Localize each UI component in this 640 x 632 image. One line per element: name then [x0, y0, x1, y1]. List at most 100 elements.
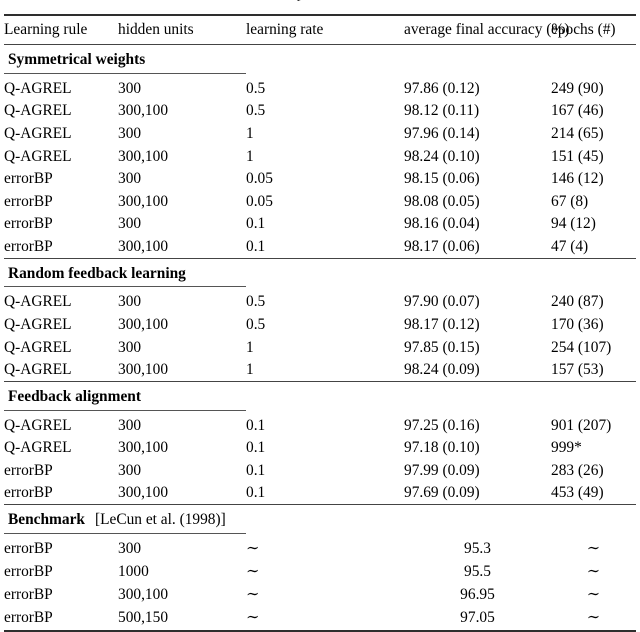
- table-row: errorBP 300 0.1 98.16 (0.04) 94 (12): [4, 213, 636, 236]
- table-row: Q-AGREL 300 0.1 97.25 (0.16) 901 (207): [4, 411, 636, 437]
- table-row: Q-AGREL 300 1 97.85 (0.15) 254 (107): [4, 336, 636, 359]
- cell-learning-rule: Q-AGREL: [4, 147, 72, 165]
- cell-learning-rate: 0.1: [246, 237, 266, 255]
- section-header-row: Benchmark [LeCun et al. (1998)]: [4, 505, 636, 533]
- cell-learning-rate: 0.5: [246, 79, 266, 97]
- cell-hidden-units: 300: [118, 539, 142, 557]
- section-title: Symmetrical weights: [8, 51, 146, 69]
- table-row: errorBP 1000 ∼ 95.5 ∼: [4, 560, 636, 583]
- cell-epochs: 151 (45): [551, 147, 604, 165]
- cell-learning-rate: ∼: [246, 586, 260, 604]
- cell-average-final-accuracy: 97.86 (0.12): [404, 79, 480, 97]
- cell-average-final-accuracy: 97.96 (0.14): [404, 125, 480, 142]
- cell-epochs: 254 (107): [551, 338, 612, 356]
- table-row: errorBP 300 ∼ 95.3 ∼: [4, 534, 636, 561]
- cell-hidden-units: 300: [118, 79, 142, 97]
- cell-hidden-units: 300: [118, 170, 142, 188]
- cell-average-final-accuracy: 98.17 (0.06): [404, 237, 480, 255]
- cell-hidden-units: 300: [118, 416, 142, 434]
- cell-learning-rate: 1: [246, 361, 254, 379]
- cell-hidden-units: 300,100: [118, 586, 169, 604]
- table-row: errorBP 300,100 0.05 98.08 (0.05) 67 (8): [4, 190, 636, 213]
- cell-average-final-accuracy: 97.05: [460, 609, 495, 627]
- cell-learning-rule: errorBP: [4, 461, 53, 479]
- cell-average-final-accuracy: 98.15 (0.06): [404, 170, 480, 188]
- cell-epochs: 146 (12): [551, 170, 604, 188]
- cell-average-final-accuracy: 98.12 (0.11): [404, 102, 480, 120]
- cell-epochs: 249 (90): [551, 79, 604, 97]
- cell-learning-rate: 0.1: [246, 215, 266, 233]
- cell-learning-rule: errorBP: [4, 215, 53, 233]
- table-row: Q-AGREL 300,100 0.1 97.18 (0.10) 999*: [4, 437, 636, 460]
- section-title-cell: Symmetrical weights: [4, 45, 636, 73]
- section-title-cell: Feedback alignment: [4, 382, 636, 410]
- cell-average-final-accuracy: 98.17 (0.12): [404, 315, 480, 333]
- table-row: errorBP 300 0.1 97.99 (0.09) 283 (26): [4, 459, 636, 482]
- cell-learning-rate: 1: [246, 338, 254, 356]
- cell-average-final-accuracy: 95.5: [464, 562, 491, 580]
- table-row: errorBP 500,150 ∼ 97.05 ∼: [4, 607, 636, 631]
- cell-average-final-accuracy: 98.24 (0.10): [404, 147, 480, 165]
- cell-learning-rate: ∼: [246, 609, 260, 627]
- section-header-row: Symmetrical weights: [4, 45, 636, 73]
- cell-epochs: 901 (207): [551, 416, 612, 434]
- cell-learning-rate: ∼: [246, 562, 260, 580]
- cell-epochs: 240 (87): [551, 293, 604, 311]
- cell-learning-rule: Q-AGREL: [4, 293, 72, 311]
- cell-hidden-units: 300: [118, 461, 142, 479]
- section-citation: [LeCun et al. (1998)]: [94, 511, 226, 529]
- cell-learning-rule: Q-AGREL: [4, 361, 72, 379]
- cell-hidden-units: 300: [118, 215, 142, 233]
- table-row: errorBP 300,100 0.1 98.17 (0.06) 47 (4): [4, 235, 636, 258]
- cell-learning-rate: ∼: [246, 539, 260, 557]
- cell-learning-rate: 0.5: [246, 102, 266, 120]
- cell-average-final-accuracy: 97.90 (0.07): [404, 293, 480, 311]
- cell-epochs: ∼: [586, 539, 601, 557]
- cell-average-final-accuracy: 96.95: [460, 586, 495, 604]
- table-body: Learning rule hidden units learning rate av…: [4, 14, 636, 632]
- cell-hidden-units: 300: [118, 338, 142, 356]
- table-row: Q-AGREL 300 0.5 97.86 (0.12) 249 (90): [4, 74, 636, 100]
- section-header-row: Feedback alignment: [4, 382, 636, 410]
- section-title-cell: Benchmark [LeCun et al. (1998)]: [4, 505, 636, 533]
- cell-learning-rule: Q-AGREL: [4, 102, 72, 120]
- cell-learning-rule: errorBP: [4, 484, 53, 502]
- cell-epochs: 453 (49): [551, 484, 604, 502]
- cell-learning-rate: 0.5: [246, 293, 266, 311]
- cell-average-final-accuracy: 97.69 (0.09): [404, 484, 480, 502]
- table-row: Q-AGREL 300,100 1 98.24 (0.10) 151 (45): [4, 145, 636, 168]
- cell-learning-rule: errorBP: [4, 539, 53, 557]
- cell-epochs: ∼: [586, 609, 601, 627]
- cell-learning-rate: 0.05: [246, 192, 273, 210]
- cell-hidden-units: 300,100: [118, 484, 169, 502]
- table-row: Q-AGREL 300,100 0.5 98.12 (0.11) 167 (46): [4, 100, 636, 123]
- cell-epochs: ∼: [586, 562, 601, 580]
- cell-learning-rate: 1: [246, 125, 254, 142]
- table-header-row: Learning rule hidden units learning rate av…: [4, 16, 636, 45]
- cell-hidden-units: 300,100: [118, 315, 169, 333]
- cell-learning-rule: Q-AGREL: [4, 79, 72, 97]
- cell-average-final-accuracy: 97.25 (0.16): [404, 416, 480, 434]
- cell-learning-rate: 0.1: [246, 461, 266, 479]
- cell-hidden-units: 300: [118, 293, 142, 311]
- cell-learning-rate: 0.5: [246, 315, 266, 333]
- section-title: Feedback alignment: [8, 388, 141, 406]
- table-row: errorBP 300,100 ∼ 96.95 ∼: [4, 584, 636, 607]
- cell-hidden-units: 300,100: [118, 102, 169, 120]
- cell-learning-rule: Q-AGREL: [4, 125, 72, 142]
- cell-learning-rate: 0.1: [246, 416, 266, 434]
- cell-epochs: 214 (65): [551, 125, 604, 142]
- table-row: Q-AGREL 300 0.5 97.90 (0.07) 240 (87): [4, 287, 636, 313]
- cell-learning-rule: Q-AGREL: [4, 439, 72, 457]
- column-header-epochs: epochs (#): [551, 21, 616, 38]
- cell-hidden-units: 300,100: [118, 237, 169, 255]
- cell-epochs: 94 (12): [551, 215, 596, 233]
- cell-epochs: 283 (26): [551, 461, 604, 479]
- cell-epochs: 167 (46): [551, 102, 604, 120]
- cell-learning-rule: errorBP: [4, 609, 53, 627]
- cell-average-final-accuracy: 97.18 (0.10): [404, 439, 480, 457]
- cell-learning-rate: 0.1: [246, 484, 266, 502]
- cell-average-final-accuracy: 98.24 (0.09): [404, 361, 480, 379]
- cell-epochs: 67 (8): [551, 192, 589, 210]
- section-title-cell: Random feedback learning: [4, 259, 636, 287]
